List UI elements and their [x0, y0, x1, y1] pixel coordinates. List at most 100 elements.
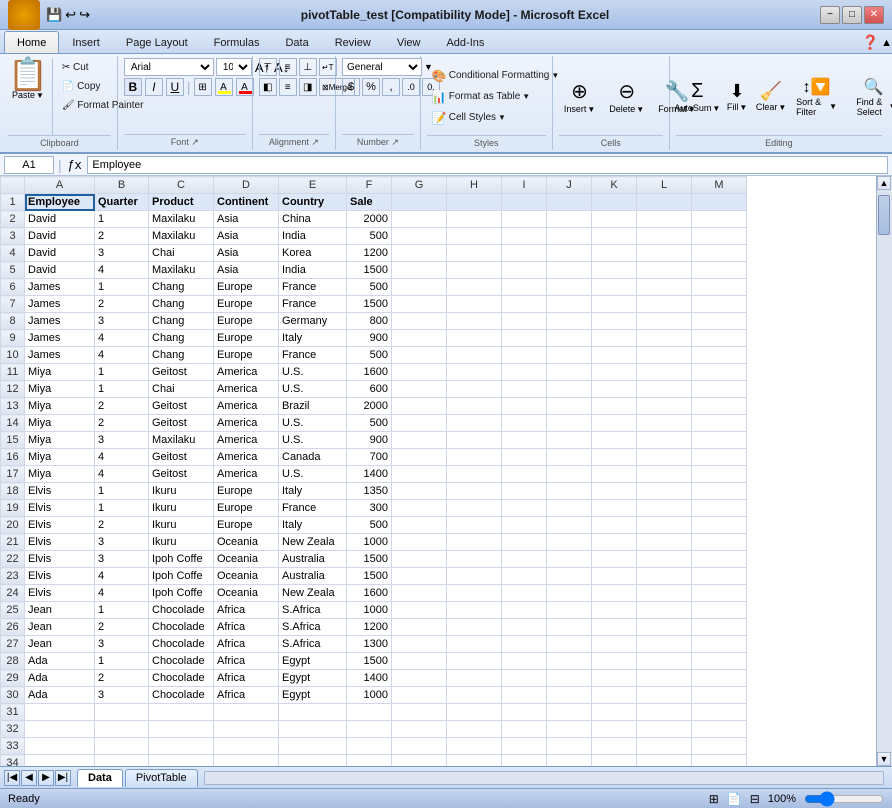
table-cell[interactable]: U.S. — [279, 381, 347, 398]
table-cell[interactable] — [692, 670, 747, 687]
table-cell[interactable] — [547, 483, 592, 500]
number-format-select[interactable]: General — [342, 58, 422, 76]
table-cell[interactable] — [592, 279, 637, 296]
tab-review[interactable]: Review — [322, 31, 384, 53]
table-cell[interactable] — [392, 432, 447, 449]
table-cell[interactable] — [392, 449, 447, 466]
table-cell[interactable] — [637, 381, 692, 398]
table-cell[interactable] — [447, 466, 502, 483]
table-cell[interactable] — [392, 262, 447, 279]
table-cell[interactable]: Miya — [25, 449, 95, 466]
table-cell[interactable] — [502, 653, 547, 670]
table-cell[interactable] — [547, 228, 592, 245]
sheet-tab-data[interactable]: Data — [77, 769, 123, 787]
table-cell[interactable] — [547, 551, 592, 568]
table-cell[interactable] — [149, 721, 214, 738]
align-center-button[interactable]: ≡ — [279, 78, 297, 96]
table-cell[interactable]: India — [279, 262, 347, 279]
table-cell[interactable] — [547, 449, 592, 466]
table-cell[interactable]: Africa — [214, 636, 279, 653]
table-cell[interactable]: 4 — [95, 330, 149, 347]
table-cell[interactable] — [637, 551, 692, 568]
table-cell[interactable] — [25, 721, 95, 738]
table-cell[interactable] — [502, 636, 547, 653]
page-layout-icon[interactable]: 📄 — [727, 792, 742, 806]
table-cell[interactable] — [502, 483, 547, 500]
table-cell[interactable] — [447, 432, 502, 449]
row-header[interactable]: 33 — [1, 738, 25, 755]
table-cell[interactable]: 1 — [95, 500, 149, 517]
table-cell[interactable]: Europe — [214, 347, 279, 364]
table-cell[interactable]: Product — [149, 194, 214, 211]
table-cell[interactable]: Maxilaku — [149, 211, 214, 228]
row-header[interactable]: 19 — [1, 500, 25, 517]
table-cell[interactable]: S.Africa — [279, 619, 347, 636]
table-cell[interactable] — [592, 194, 637, 211]
table-cell[interactable] — [547, 755, 592, 767]
table-cell[interactable]: Geitost — [149, 364, 214, 381]
table-cell[interactable]: 1350 — [347, 483, 392, 500]
table-cell[interactable] — [95, 738, 149, 755]
table-cell[interactable] — [592, 738, 637, 755]
font-color-button[interactable]: A — [236, 78, 254, 96]
align-top-button[interactable]: ⊤ — [259, 58, 277, 76]
table-cell[interactable]: Chang — [149, 347, 214, 364]
cell-reference-box[interactable] — [4, 156, 54, 174]
table-cell[interactable]: 1 — [95, 653, 149, 670]
table-cell[interactable]: Italy — [279, 483, 347, 500]
quick-access-undo[interactable]: ↩ — [65, 7, 76, 23]
table-cell[interactable] — [392, 687, 447, 704]
table-cell[interactable] — [25, 704, 95, 721]
table-cell[interactable]: 4 — [95, 568, 149, 585]
table-cell[interactable] — [279, 704, 347, 721]
table-cell[interactable] — [392, 381, 447, 398]
row-header[interactable]: 23 — [1, 568, 25, 585]
table-cell[interactable] — [392, 245, 447, 262]
table-cell[interactable] — [502, 534, 547, 551]
row-header[interactable]: 30 — [1, 687, 25, 704]
table-cell[interactable] — [592, 262, 637, 279]
table-cell[interactable]: Elvis — [25, 500, 95, 517]
row-header[interactable]: 15 — [1, 432, 25, 449]
table-cell[interactable] — [592, 398, 637, 415]
table-cell[interactable] — [447, 704, 502, 721]
table-cell[interactable] — [547, 585, 592, 602]
row-header[interactable]: 9 — [1, 330, 25, 347]
table-cell[interactable]: 1000 — [347, 687, 392, 704]
table-cell[interactable]: China — [279, 211, 347, 228]
col-header-K[interactable]: K — [592, 177, 637, 194]
quick-access-save[interactable]: 💾 — [46, 7, 62, 23]
table-cell[interactable]: David — [25, 211, 95, 228]
table-cell[interactable] — [392, 211, 447, 228]
underline-button[interactable]: U — [166, 78, 184, 96]
table-cell[interactable]: Miya — [25, 432, 95, 449]
table-cell[interactable]: Ikuru — [149, 534, 214, 551]
table-cell[interactable]: Egypt — [279, 687, 347, 704]
table-cell[interactable]: Employee — [25, 194, 95, 211]
table-cell[interactable] — [637, 738, 692, 755]
table-cell[interactable] — [392, 670, 447, 687]
table-cell[interactable]: Ipoh Coffe — [149, 551, 214, 568]
table-cell[interactable] — [502, 585, 547, 602]
table-cell[interactable]: Africa — [214, 670, 279, 687]
font-dialog-launcher[interactable]: ↗ — [191, 137, 199, 147]
table-cell[interactable] — [347, 704, 392, 721]
row-header[interactable]: 13 — [1, 398, 25, 415]
table-cell[interactable] — [592, 347, 637, 364]
table-cell[interactable] — [447, 738, 502, 755]
table-cell[interactable] — [692, 313, 747, 330]
table-cell[interactable]: Canada — [279, 449, 347, 466]
table-cell[interactable]: Elvis — [25, 568, 95, 585]
row-header[interactable]: 14 — [1, 415, 25, 432]
table-cell[interactable]: Chang — [149, 296, 214, 313]
col-header-L[interactable]: L — [637, 177, 692, 194]
font-name-select[interactable]: Arial — [124, 58, 214, 76]
col-header-E[interactable]: E — [279, 177, 347, 194]
table-cell[interactable]: Chai — [149, 245, 214, 262]
table-cell[interactable]: Elvis — [25, 483, 95, 500]
table-cell[interactable]: 1600 — [347, 585, 392, 602]
table-cell[interactable]: 4 — [95, 585, 149, 602]
table-cell[interactable] — [692, 279, 747, 296]
table-cell[interactable] — [547, 296, 592, 313]
table-cell[interactable]: 500 — [347, 517, 392, 534]
